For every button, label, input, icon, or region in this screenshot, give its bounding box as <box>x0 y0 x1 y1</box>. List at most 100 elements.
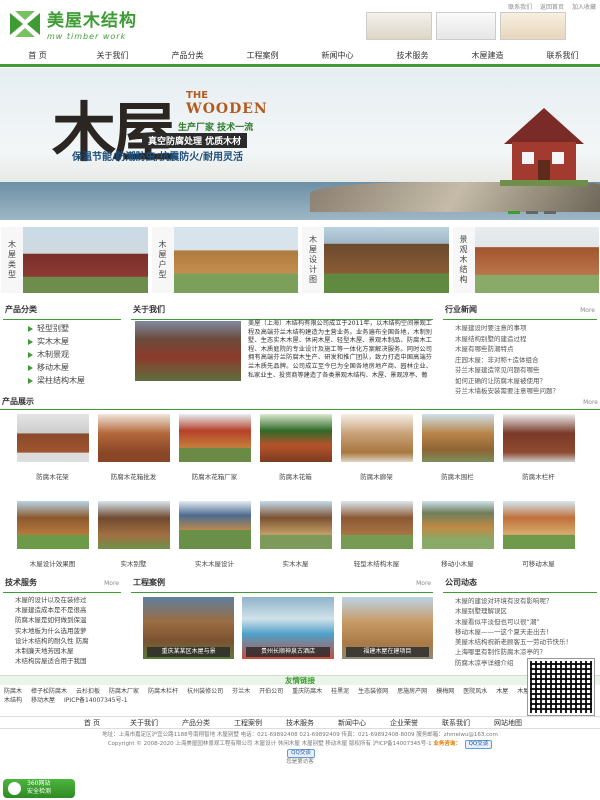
tech-item[interactable]: 木屋的设计以及在装修过 <box>3 595 121 605</box>
friend-link[interactable]: 云杉扣板 <box>76 688 100 695</box>
friend-link[interactable]: 芬兰木 <box>232 688 250 695</box>
category-card[interactable]: 木屋户型 <box>151 227 298 293</box>
nav-products[interactable]: 产品分类 <box>150 50 225 61</box>
news-item[interactable]: 芬兰木屋建造常见问题有哪些 <box>443 365 597 376</box>
tech-item[interactable]: 实木地板为什么选用菠萝 <box>3 626 121 636</box>
more-link[interactable]: More <box>416 578 431 589</box>
friend-link[interactable]: 防腐木厂家 <box>109 688 139 695</box>
product-category-item[interactable]: 实木木屋 <box>3 335 121 348</box>
product-item[interactable]: 移动小木屋 <box>417 501 498 588</box>
product-item[interactable]: 防腐木栏杆 <box>498 414 579 501</box>
product-category-item[interactable]: 轻型别墅 <box>3 322 121 335</box>
company-news-item[interactable]: 上海哪里有制作防腐木凉亭的？ <box>443 647 597 657</box>
news-item[interactable]: 木屋建设时要注意的事项 <box>443 323 597 334</box>
friend-link[interactable]: 防腐木栏杆 <box>148 688 178 695</box>
product-category-item[interactable]: 木制景观 <box>3 348 121 361</box>
case-item[interactable]: 福建木屋在建项目 <box>341 597 433 659</box>
banner-dot[interactable] <box>508 211 520 214</box>
nav-cases[interactable]: 工程案例 <box>225 50 300 61</box>
product-category-item[interactable]: 梁柱结构木屋 <box>3 374 121 387</box>
more-link[interactable]: More <box>580 305 595 316</box>
product-item[interactable]: 防腐木花箱批发 <box>93 414 174 501</box>
friend-links-list: 防腐木 樟子松防腐木 云杉扣板 防腐木厂家 防腐木栏杆 杭州装修公司 芬兰木 开伯公司 重庆防腐… <box>0 685 600 705</box>
footer-nav-contact[interactable]: 联系我们 <box>430 718 482 728</box>
nav-home[interactable]: 首 页 <box>0 50 75 61</box>
product-item[interactable]: 可移动木屋 <box>498 501 579 588</box>
qq-chat-button[interactable]: QQ交谈 <box>464 740 493 749</box>
footer-nav-home[interactable]: 首 页 <box>66 718 118 728</box>
nav-news[interactable]: 新闻中心 <box>300 50 375 61</box>
product-image <box>16 414 89 462</box>
product-item[interactable]: 防腐木围栏 <box>417 414 498 501</box>
top-link-home[interactable]: 返回首页 <box>540 4 564 11</box>
footer-nav-sitemap[interactable]: 网站地图 <box>482 718 534 728</box>
nav-build[interactable]: 木屋建造 <box>450 50 525 61</box>
company-news-item[interactable]: 木屋别墅理解误区 <box>443 606 597 616</box>
tech-item[interactable]: 木制廉天地芳园木屋 <box>3 646 121 656</box>
category-card[interactable]: 木屋设计图 <box>302 227 449 293</box>
nav-contact[interactable]: 联系我们 <box>525 50 600 61</box>
category-image <box>173 227 298 293</box>
friend-link[interactable]: 开伯公司 <box>259 688 283 695</box>
security-badge[interactable]: 360网站 安全检测 <box>3 779 75 798</box>
friend-link[interactable]: 防腐木 <box>4 688 22 695</box>
nav-tech[interactable]: 技术服务 <box>375 50 450 61</box>
company-news-item[interactable]: 木屋的建设对环境有没有影响呢？ <box>443 596 597 606</box>
case-item[interactable]: 重庆某某区木屋与景 <box>143 597 235 659</box>
friend-link[interactable]: 樟子松防腐木 <box>31 688 67 695</box>
news-item[interactable]: 木屋有哪些防潮特点 <box>443 344 597 355</box>
more-link[interactable]: More <box>583 397 598 408</box>
product-item[interactable]: 防腐木廊架 <box>336 414 417 501</box>
friend-link[interactable]: IPICP备14007345号-1 <box>64 697 128 704</box>
news-item[interactable]: 木屋结构别墅的建造过程 <box>443 334 597 345</box>
company-news-item[interactable]: 移动木屋——一这个夏天走出去！ <box>443 627 597 637</box>
case-item[interactable]: 贵州长顺神泉古酒店 <box>242 597 334 659</box>
nav-about[interactable]: 关于我们 <box>75 50 150 61</box>
news-item[interactable]: 如何正确的让防腐木屋被使用？ <box>443 376 597 387</box>
news-item[interactable]: 庄园木屋：非对称+造体组合 <box>443 355 597 366</box>
product-item[interactable]: 木屋设计效果图 <box>12 501 93 588</box>
company-news-item[interactable]: 木屋看似平淡但也可以很“潮” <box>443 617 597 627</box>
tech-item[interactable]: 设计木结构的耐久性 防腐 <box>3 636 121 646</box>
product-category-item[interactable]: 移动木屋 <box>3 361 121 374</box>
footer-nav-about[interactable]: 关于我们 <box>118 718 170 728</box>
product-item[interactable]: 防腐木花箱 <box>255 414 336 501</box>
footer-nav-news[interactable]: 新闻中心 <box>326 718 378 728</box>
friend-link[interactable]: 木屋 <box>496 688 508 695</box>
product-item[interactable]: 实木木屋 <box>255 501 336 588</box>
footer-nav-honor[interactable]: 企业荣誉 <box>378 718 430 728</box>
footer-nav-products[interactable]: 产品分类 <box>170 718 222 728</box>
tech-item[interactable]: 防腐木屋是如何做到保温 <box>3 615 121 625</box>
footer-nav-cases[interactable]: 工程案例 <box>222 718 274 728</box>
qq-chat-button[interactable]: QQ交谈 <box>287 749 315 758</box>
product-item[interactable]: 防腐木花箱厂家 <box>174 414 255 501</box>
friend-link[interactable]: 医院风水 <box>463 688 487 695</box>
site-logo[interactable]: 美屋木结构 mw timber work <box>6 6 137 41</box>
product-item[interactable]: 实木别墅 <box>93 501 174 588</box>
top-link-contact[interactable]: 联系我们 <box>508 4 532 11</box>
friend-link[interactable]: 桂黑泥 <box>331 688 349 695</box>
friend-link[interactable]: 生态装修网 <box>358 688 388 695</box>
friend-link[interactable]: 杭州装修公司 <box>187 688 223 695</box>
category-card[interactable]: 木屋类型 <box>1 227 148 293</box>
banner-dot[interactable] <box>544 211 556 214</box>
more-link[interactable]: More <box>104 578 119 589</box>
site-header: 美屋木结构 mw timber work 联系我们 返回首页 加入收藏 <box>0 0 600 47</box>
top-link-favorite[interactable]: 加入收藏 <box>572 4 596 11</box>
banner-dot[interactable] <box>526 211 538 214</box>
friend-link[interactable]: 移动木屋 <box>31 697 55 704</box>
product-image <box>502 501 575 549</box>
product-item[interactable]: 防腐木花架 <box>12 414 93 501</box>
footer-nav-tech[interactable]: 技术服务 <box>274 718 326 728</box>
tech-item[interactable]: 木屋建造成本是不是很高 <box>3 605 121 615</box>
friend-link[interactable]: 重庆防腐木 <box>292 688 322 695</box>
category-card[interactable]: 景观木结构 <box>452 227 599 293</box>
hero-banner[interactable]: 木屋 THE WOODEN 生产厂家 技术一流 真空防腐处理 优质木材 保温节能… <box>0 68 600 220</box>
product-item[interactable]: 轻型木结构木屋 <box>336 501 417 588</box>
friend-link[interactable]: 思施房产网 <box>397 688 427 695</box>
tech-item[interactable]: 木结构房屋适合用于我国 <box>3 656 121 666</box>
news-item[interactable]: 芬兰木墙板安装需要注意哪些问题？ <box>443 386 597 397</box>
friend-link[interactable]: 模梅网 <box>436 688 454 695</box>
product-item[interactable]: 实木木屋设计 <box>174 501 255 588</box>
company-news-item[interactable]: 美屋木结构祝新老顾客五一劳动节快乐！ <box>443 637 597 647</box>
